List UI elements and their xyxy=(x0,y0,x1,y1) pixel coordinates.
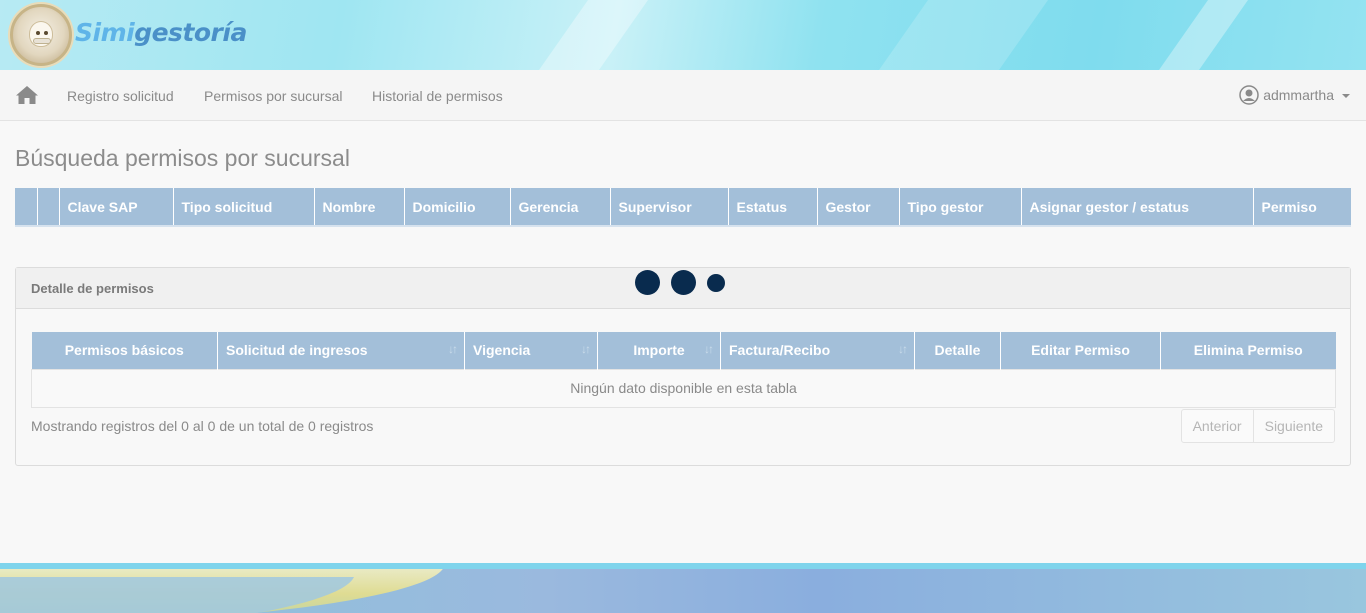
home-icon[interactable] xyxy=(15,85,39,105)
pagination: Anterior Siguiente xyxy=(1180,409,1335,443)
column-header-elimina-permiso[interactable]: Elimina Permiso xyxy=(1160,332,1336,369)
table-row: Ningún dato disponible en esta tabla xyxy=(31,368,1336,408)
user-circle-icon xyxy=(1239,85,1259,105)
loader-dot xyxy=(707,273,725,292)
column-header-permiso[interactable]: Permiso xyxy=(1253,188,1351,227)
next-page-button[interactable]: Siguiente xyxy=(1252,410,1334,442)
column-header-estatus[interactable]: Estatus xyxy=(728,188,818,227)
sort-icon: ↓↑ xyxy=(704,342,714,356)
brand-part1: Simi xyxy=(75,18,135,47)
loader-dot xyxy=(635,270,660,295)
column-header-importe[interactable]: Importe ↓↑ xyxy=(597,332,721,369)
navbar: Registro solicitud Permisos por sucursal… xyxy=(0,70,1366,121)
column-header-supervisor[interactable]: Supervisor xyxy=(610,188,729,227)
nav-historial-de-permisos[interactable]: Historial de permisos xyxy=(372,88,503,104)
column-header-nombre[interactable]: Nombre xyxy=(314,188,405,227)
column-header-detalle[interactable]: Detalle xyxy=(914,332,1001,369)
column-header-factura-recibo[interactable]: Factura/Recibo ↓↑ xyxy=(720,332,915,369)
column-header-solicitud-ingresos[interactable]: Solicitud de ingresos ↓↑ xyxy=(217,332,465,369)
header-label: Solicitud de ingresos xyxy=(226,342,368,359)
detail-header-row: Permisos básicos Solicitud de ingresos ↓↑… xyxy=(31,332,1336,369)
column-header-vigencia[interactable]: Vigencia ↓↑ xyxy=(464,332,598,369)
detail-table: Permisos básicos Solicitud de ingresos ↓↑… xyxy=(31,332,1336,408)
banner-streak xyxy=(1144,0,1256,70)
column-header-clave-sap[interactable]: Clave SAP xyxy=(59,188,174,227)
nav-permisos-por-sucursal[interactable]: Permisos por sucursal xyxy=(204,88,343,104)
logo-icon[interactable] xyxy=(10,4,72,66)
table-info: Mostrando registros del 0 al 0 de un tot… xyxy=(31,418,374,434)
column-header-asignar-gestor[interactable]: Asignar gestor / estatus xyxy=(1021,188,1254,227)
header-banner: Simigestoría xyxy=(0,0,1366,70)
user-name: admmartha xyxy=(1263,87,1334,103)
header-label: Importe xyxy=(633,342,685,359)
column-header[interactable] xyxy=(37,188,60,227)
banner-streak xyxy=(864,0,1056,70)
column-header-gestor[interactable]: Gestor xyxy=(817,188,900,227)
column-header-domicilio[interactable]: Domicilio xyxy=(404,188,511,227)
previous-page-button[interactable]: Anterior xyxy=(1182,410,1253,442)
loading-indicator xyxy=(635,270,725,295)
empty-table-message: Ningún dato disponible en esta tabla xyxy=(31,368,1336,408)
column-header-editar-permiso[interactable]: Editar Permiso xyxy=(1000,332,1161,369)
column-header-gerencia[interactable]: Gerencia xyxy=(510,188,611,227)
nav-registro-solicitud[interactable]: Registro solicitud xyxy=(67,88,174,104)
sort-icon: ↓↑ xyxy=(898,342,908,356)
page-title: Búsqueda permisos por sucursal xyxy=(15,145,350,171)
sort-icon: ↓↑ xyxy=(448,342,458,356)
sort-icon: ↓↑ xyxy=(581,342,591,356)
results-header-row: Clave SAP Tipo solicitud Nombre Domicili… xyxy=(15,188,1351,227)
column-header[interactable] xyxy=(15,188,38,227)
user-menu[interactable]: admmartha xyxy=(1239,85,1350,105)
column-header-tipo-solicitud[interactable]: Tipo solicitud xyxy=(173,188,315,227)
loader-dot xyxy=(671,270,696,295)
brand-part2: gestoría xyxy=(134,18,247,47)
column-header-permisos-basicos[interactable]: Permisos básicos xyxy=(31,332,218,369)
banner-streak xyxy=(524,0,656,70)
header-label: Factura/Recibo xyxy=(729,342,831,359)
footer-banner xyxy=(0,563,1366,613)
header-label: Vigencia xyxy=(473,342,531,359)
results-table: Clave SAP Tipo solicitud Nombre Domicili… xyxy=(15,188,1351,227)
column-header-tipo-gestor[interactable]: Tipo gestor xyxy=(899,188,1022,227)
brand-logo-text[interactable]: Simigestoría xyxy=(75,18,247,47)
detail-panel: Detalle de permisos Permisos básicos Sol… xyxy=(15,267,1351,466)
caret-down-icon xyxy=(1342,94,1350,98)
